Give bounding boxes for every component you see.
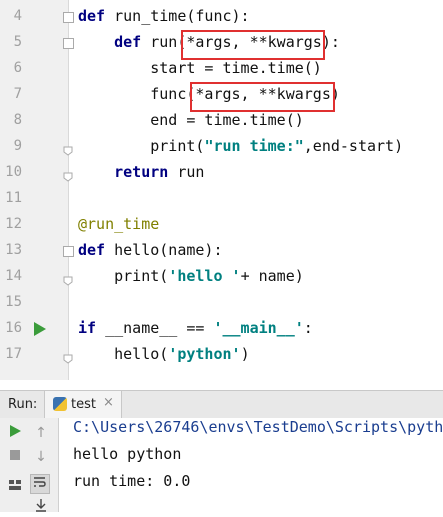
code-token: @run_time xyxy=(78,215,160,233)
code-token: hello( xyxy=(78,345,169,363)
code-line[interactable]: 4 def run_time(func): xyxy=(0,4,443,30)
code-token: end = time.time() xyxy=(78,111,304,129)
code-token: ) xyxy=(240,345,250,363)
code-token: hello(name): xyxy=(105,241,223,259)
code-token: '__main__' xyxy=(213,319,304,337)
line-number: 5 xyxy=(13,34,22,50)
line-number: 4 xyxy=(13,8,22,24)
fold-end-icon[interactable] xyxy=(63,271,73,286)
code-line[interactable]: 11 xyxy=(0,186,443,212)
code-line[interactable]: 17 hello('python') xyxy=(0,342,443,368)
run-tab-label: test xyxy=(71,397,96,412)
code-token: print( xyxy=(78,137,205,155)
line-number: 11 xyxy=(5,190,22,206)
console-output-line: run time: 0.0 xyxy=(73,472,191,490)
args-kwargs-highlight-box xyxy=(181,30,325,60)
code-text: @run_time xyxy=(78,215,159,233)
scroll-up-arrow-icon[interactable]: ↑ xyxy=(32,424,50,442)
code-token: def xyxy=(114,33,142,51)
code-text: return run xyxy=(78,163,204,181)
line-number: 7 xyxy=(13,86,22,102)
scroll-to-end-icon[interactable] xyxy=(32,498,50,516)
code-token: start = time.time() xyxy=(78,59,322,77)
code-token: def xyxy=(78,241,106,259)
code-text: def hello(name): xyxy=(78,241,223,259)
line-number: 15 xyxy=(5,294,22,310)
code-line[interactable]: 15 xyxy=(0,290,443,316)
line-number: 8 xyxy=(13,112,22,128)
run-label: Run: xyxy=(8,397,38,412)
code-text: end = time.time() xyxy=(78,111,304,129)
scroll-down-arrow-icon[interactable]: ↓ xyxy=(32,448,50,466)
code-token: return xyxy=(114,163,169,181)
line-number: 12 xyxy=(5,216,22,232)
run-console[interactable]: C:\Users\26746\envs\TestDemo\Scripts\pyt… xyxy=(59,418,443,512)
console-output-line: hello python xyxy=(73,445,182,463)
line-number: 10 xyxy=(5,164,22,180)
line-number: 16 xyxy=(5,320,22,336)
code-token: 'python' xyxy=(168,345,241,363)
code-text: hello('python') xyxy=(78,345,250,363)
line-number: 17 xyxy=(5,346,22,362)
run-panel-header: Run: test × xyxy=(0,390,443,419)
code-token: def xyxy=(78,7,106,25)
fold-end-icon[interactable] xyxy=(63,141,73,156)
line-number: 13 xyxy=(5,242,22,258)
code-text: print("run time:",end-start) xyxy=(78,137,403,155)
stop-icon[interactable] xyxy=(6,448,24,466)
code-line[interactable]: 13 def hello(name): xyxy=(0,238,443,264)
code-line[interactable]: 14 print('hello '+ name) xyxy=(0,264,443,290)
console-output-line: C:\Users\26746\envs\TestDemo\Scripts\pyt… xyxy=(73,418,443,436)
layout-icon[interactable] xyxy=(6,478,24,496)
args-kwargs-highlight-box xyxy=(190,82,335,112)
run-tab-test[interactable]: test × xyxy=(44,391,122,418)
fold-marker-icon[interactable] xyxy=(63,38,74,49)
run-gutter-icon[interactable] xyxy=(34,322,46,336)
code-text: print('hello '+ name) xyxy=(78,267,304,285)
line-number: 14 xyxy=(5,268,22,284)
code-text: start = time.time() xyxy=(78,59,322,77)
rerun-icon[interactable] xyxy=(6,424,24,442)
python-icon xyxy=(53,397,67,411)
code-token: print( xyxy=(78,267,169,285)
code-token: + name) xyxy=(240,267,304,285)
code-token: "run time:" xyxy=(204,137,304,155)
fold-end-icon[interactable] xyxy=(63,167,73,182)
code-token: __name__ == xyxy=(96,319,214,337)
code-line[interactable]: 9 print("run time:",end-start) xyxy=(0,134,443,160)
code-line[interactable]: 10 return run xyxy=(0,160,443,186)
line-number: 6 xyxy=(13,60,22,76)
code-text: def run_time(func): xyxy=(78,7,250,25)
run-toolbar: ↑ ↓ xyxy=(0,418,59,512)
code-text: if __name__ == '__main__': xyxy=(78,319,313,337)
code-line[interactable]: 12 @run_time xyxy=(0,212,443,238)
code-token: ,end-start) xyxy=(303,137,404,155)
fold-marker-icon[interactable] xyxy=(63,246,74,257)
code-token: : xyxy=(303,319,313,337)
code-token: if xyxy=(78,319,97,337)
close-icon[interactable]: × xyxy=(103,395,114,410)
code-token: run_time(func): xyxy=(105,7,250,25)
fold-marker-icon[interactable] xyxy=(63,12,74,23)
soft-wrap-icon[interactable] xyxy=(30,474,50,494)
line-number: 9 xyxy=(13,138,22,154)
code-token: run xyxy=(168,163,205,181)
code-token: 'hello ' xyxy=(168,267,241,285)
code-editor[interactable]: 4 def run_time(func): 5 def run(*args, **k… xyxy=(0,0,443,380)
code-line[interactable]: 16 if __name__ == '__main__': xyxy=(0,316,443,342)
fold-end-icon[interactable] xyxy=(63,349,73,364)
